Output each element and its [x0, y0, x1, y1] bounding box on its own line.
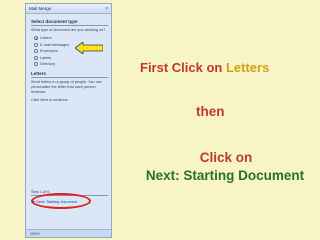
- radio-button[interactable]: [34, 49, 38, 54]
- highlight-ellipse: [31, 193, 91, 209]
- pane-title: Mail Merge: [29, 6, 52, 11]
- pointer-arrow-icon: [75, 42, 103, 54]
- option-label: Letters: [40, 36, 52, 41]
- close-icon[interactable]: ×: [105, 6, 108, 12]
- radio-button[interactable]: [34, 42, 38, 47]
- letters-description: Send letters to a group of people. You c…: [31, 79, 102, 94]
- option-label: Envelopes: [40, 49, 58, 54]
- instruction-next-document: Next: Starting Document: [145, 168, 305, 183]
- continue-hint: Click Next to continue.: [31, 97, 69, 102]
- radio-button[interactable]: [34, 55, 38, 60]
- select-type-heading: Select document type: [31, 19, 78, 24]
- divider: [31, 76, 108, 78]
- radio-button[interactable]: [34, 62, 38, 67]
- option-label: E-mail messages: [40, 42, 70, 47]
- letters-heading: Letters: [31, 70, 47, 76]
- pane-titlebar: Mail Merge ×: [26, 4, 111, 14]
- instruction-first-click: First Click on Letters: [140, 60, 269, 75]
- status-bar: 100%: [26, 229, 111, 237]
- instruction-then: then: [196, 104, 225, 119]
- option-label: Labels: [40, 55, 52, 60]
- option-label: Directory: [40, 62, 56, 67]
- option-directory[interactable]: Directory: [34, 61, 108, 68]
- instruction-accent: Letters: [225, 60, 270, 75]
- divider: [31, 25, 108, 26]
- zoom-level[interactable]: 100%: [30, 232, 40, 236]
- pane-body: Select document type What type of docume…: [26, 14, 111, 103]
- instruction-prefix: First Click on: [140, 60, 226, 75]
- radio-button[interactable]: [34, 36, 38, 41]
- instruction-click-on: Click on: [199, 150, 253, 165]
- type-question: What type of document are you working on…: [31, 28, 106, 32]
